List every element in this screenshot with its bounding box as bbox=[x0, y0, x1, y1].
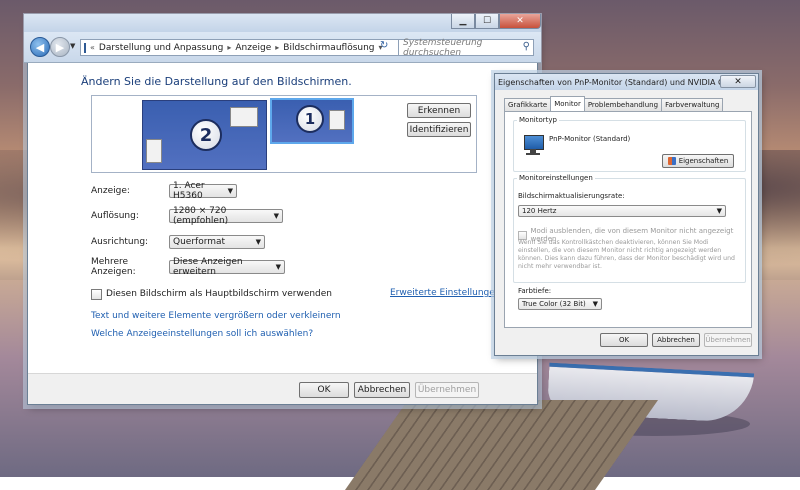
resolution-select[interactable]: 1280 × 720 (empfohlen) ▼ bbox=[169, 206, 283, 226]
text-size-link[interactable]: Text und weitere Elemente vergrößern ode… bbox=[91, 311, 341, 321]
main-display-checkbox[interactable] bbox=[91, 288, 102, 300]
tab-color-management[interactable]: Farbverwaltung bbox=[661, 98, 724, 111]
search-input[interactable]: Systemsteuerung durchsuchen ⚲ bbox=[398, 37, 534, 58]
orientation-label: Ausrichtung: bbox=[91, 237, 149, 247]
search-placeholder: Systemsteuerung durchsuchen bbox=[403, 37, 483, 58]
orientation-select[interactable]: Querformat ▼ bbox=[169, 235, 265, 249]
dialog-close-button[interactable]: ✕ bbox=[720, 75, 756, 88]
back-button[interactable]: ◀ bbox=[30, 37, 50, 57]
monitor-type-group-title: Monitortyp bbox=[517, 116, 559, 124]
advanced-settings-link[interactable]: Erweiterte Einstellungen bbox=[390, 288, 501, 298]
monitor-2-preview[interactable]: 2 bbox=[142, 100, 267, 170]
hide-modes-help-text: Wenn Sie das Kontrollkästchen deaktivier… bbox=[518, 239, 735, 270]
breadcrumb-item-resolution[interactable]: Bildschirmauflösung bbox=[283, 43, 374, 53]
monitor-1-preview[interactable]: 1 bbox=[270, 98, 354, 144]
minimize-button[interactable]: ▁ bbox=[451, 14, 475, 29]
monitor-2-window-thumbnail bbox=[146, 139, 162, 163]
monitor-2-number: 2 bbox=[190, 119, 222, 151]
chevron-down-icon: ▼ bbox=[273, 212, 279, 220]
main-display-row[interactable]: Diesen Bildschirm als Hauptbildschirm ve… bbox=[91, 287, 332, 301]
monitor-1-window-thumbnail bbox=[329, 110, 345, 130]
dialog-cancel-button[interactable]: Abbrechen bbox=[652, 333, 700, 347]
cancel-button[interactable]: Abbrechen bbox=[354, 382, 410, 398]
multiple-displays-label: Mehrere Anzeigen: bbox=[91, 257, 136, 277]
detect-button[interactable]: Erkennen bbox=[407, 103, 471, 118]
multiple-displays-row: Mehrere Anzeigen: Diese Anzeigen erweite… bbox=[91, 257, 285, 277]
color-depth-label: Farbtiefe: bbox=[518, 287, 552, 295]
resolution-label: Auflösung: bbox=[91, 211, 139, 221]
dialog-apply-button[interactable]: Übernehmen bbox=[704, 333, 752, 347]
search-icon[interactable]: ⚲ bbox=[523, 41, 530, 52]
tab-troubleshoot[interactable]: Problembehandlung bbox=[583, 98, 663, 111]
page-title: Ändern Sie die Darstellung auf den Bilds… bbox=[81, 75, 352, 88]
monitor-properties-button-label: Eigenschaften bbox=[678, 157, 729, 165]
which-settings-link[interactable]: Welche Anzeigeeinstellungen soll ich aus… bbox=[91, 329, 313, 339]
monitor-type-group: Monitortyp PnP-Monitor (Standard) Eigens… bbox=[513, 116, 746, 172]
monitor-tab-panel: Monitortyp PnP-Monitor (Standard) Eigens… bbox=[504, 111, 752, 328]
breadcrumb-separator-icon[interactable]: ▸ bbox=[227, 43, 231, 52]
display-select[interactable]: 1. Acer H5360 ▼ bbox=[169, 181, 237, 201]
address-bar: ◀ ▶ ▼ « Darstellung und Anpassung ▸ Anze… bbox=[24, 32, 541, 63]
window-titlebar: ▁ ☐ ✕ bbox=[24, 14, 541, 32]
main-content: Ändern Sie die Darstellung auf den Bilds… bbox=[28, 62, 537, 374]
orientation-value: Querformat bbox=[173, 237, 226, 247]
breadcrumb-item-appearance[interactable]: Darstellung und Anpassung bbox=[99, 43, 223, 53]
monitor-base-icon bbox=[526, 153, 540, 155]
refresh-rate-label: Bildschirmaktualisierungsrate: bbox=[518, 192, 625, 200]
screen-resolution-window: ▁ ☐ ✕ ◀ ▶ ▼ « Darstellung und Anpassung … bbox=[24, 14, 541, 405]
monitor-2-window-thumbnail bbox=[230, 107, 258, 127]
monitor-arrangement-area[interactable]: 2 1 Erkennen Identifizieren bbox=[91, 95, 477, 173]
breadcrumb-overflow-icon[interactable]: « bbox=[90, 43, 95, 52]
window-controls: ▁ ☐ ✕ bbox=[451, 14, 541, 29]
monitor-settings-group-title: Monitoreinstellungen bbox=[517, 174, 595, 182]
color-depth-value: True Color (32 Bit) bbox=[522, 300, 586, 308]
maximize-button[interactable]: ☐ bbox=[475, 14, 499, 29]
chevron-down-icon: ▼ bbox=[716, 207, 722, 215]
breadcrumb[interactable]: « Darstellung und Anpassung ▸ Anzeige ▸ … bbox=[80, 39, 399, 56]
monitor-settings-group: Monitoreinstellungen Bildschirmaktualisi… bbox=[513, 174, 746, 283]
main-display-checkbox-label[interactable]: Diesen Bildschirm als Hauptbildschirm ve… bbox=[106, 289, 332, 299]
tab-adapter[interactable]: Grafikkarte bbox=[504, 98, 552, 111]
close-button[interactable]: ✕ bbox=[499, 14, 541, 29]
resolution-row: Auflösung: 1280 × 720 (empfohlen) ▼ bbox=[91, 206, 283, 226]
breadcrumb-separator-icon[interactable]: ▸ bbox=[275, 43, 279, 52]
refresh-icon[interactable]: ↻ bbox=[380, 40, 388, 51]
window-footer: OK Abbrechen Übernehmen bbox=[28, 373, 537, 404]
shield-icon bbox=[667, 157, 676, 165]
refresh-rate-select[interactable]: 120 Hertz ▼ bbox=[518, 205, 726, 217]
multiple-displays-value: Diese Anzeigen erweitern bbox=[173, 257, 243, 277]
identify-button[interactable]: Identifizieren bbox=[407, 122, 471, 137]
dialog-title: Eigenschaften von PnP-Monitor (Standard)… bbox=[495, 74, 758, 90]
monitor-name: PnP-Monitor (Standard) bbox=[549, 135, 631, 143]
monitor-properties-button[interactable]: Eigenschaften bbox=[662, 154, 734, 168]
multiple-displays-select[interactable]: Diese Anzeigen erweitern ▼ bbox=[169, 257, 285, 277]
dialog-title-text: Eigenschaften von PnP-Monitor (Standard)… bbox=[498, 77, 746, 87]
monitor-properties-dialog: Eigenschaften von PnP-Monitor (Standard)… bbox=[494, 73, 759, 356]
dialog-ok-button[interactable]: OK bbox=[600, 333, 648, 347]
display-value: 1. Acer H5360 bbox=[173, 181, 205, 201]
color-depth-select[interactable]: True Color (32 Bit) ▼ bbox=[518, 298, 602, 310]
control-panel-icon bbox=[84, 42, 86, 53]
chevron-down-icon: ▼ bbox=[592, 300, 598, 308]
orientation-row: Ausrichtung: Querformat ▼ bbox=[91, 235, 265, 249]
forward-button[interactable]: ▶ bbox=[50, 37, 70, 57]
dialog-tabs: Grafikkarte Monitor Problembehandlung Fa… bbox=[504, 96, 724, 111]
chevron-down-icon: ▼ bbox=[227, 187, 233, 195]
apply-button[interactable]: Übernehmen bbox=[415, 382, 479, 398]
refresh-rate-value: 120 Hertz bbox=[522, 207, 557, 215]
monitor-icon bbox=[524, 135, 544, 150]
chevron-down-icon: ▼ bbox=[255, 238, 261, 246]
ok-button[interactable]: OK bbox=[299, 382, 349, 398]
display-label: Anzeige: bbox=[91, 186, 130, 196]
monitor-1-number: 1 bbox=[296, 105, 324, 133]
history-dropdown-icon[interactable]: ▼ bbox=[70, 42, 75, 50]
resolution-value: 1280 × 720 (empfohlen) bbox=[173, 206, 229, 226]
tab-monitor[interactable]: Monitor bbox=[550, 96, 585, 111]
breadcrumb-item-display[interactable]: Anzeige bbox=[235, 43, 271, 53]
display-row: Anzeige: 1. Acer H5360 ▼ bbox=[91, 181, 237, 201]
chevron-down-icon: ▼ bbox=[275, 263, 281, 271]
